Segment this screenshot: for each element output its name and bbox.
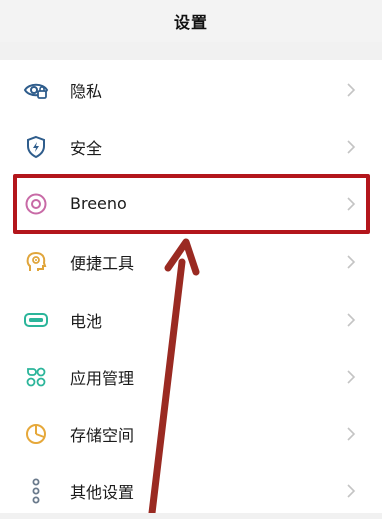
storage-pie-icon bbox=[23, 421, 49, 447]
settings-item-battery[interactable]: 电池 bbox=[0, 291, 382, 348]
settings-item-label: 其他设置 bbox=[70, 482, 135, 502]
settings-item-label: 便捷工具 bbox=[70, 253, 135, 273]
page-title: 设置 bbox=[173, 13, 208, 32]
chevron-right-icon bbox=[344, 312, 358, 328]
settings-item-privacy[interactable]: 隐私 bbox=[0, 61, 382, 118]
settings-item-label: 隐私 bbox=[70, 81, 103, 101]
settings-item-label: 电池 bbox=[70, 311, 103, 331]
top-bar: 设置 bbox=[0, 0, 382, 42]
head-tool-icon bbox=[23, 249, 49, 275]
settings-item-security[interactable]: 安全 bbox=[0, 118, 382, 175]
settings-item-label: 存储空间 bbox=[70, 425, 135, 445]
battery-icon bbox=[23, 307, 49, 333]
more-dots-icon bbox=[23, 478, 49, 504]
settings-item-storage[interactable]: 存储空间 bbox=[0, 405, 382, 462]
chevron-right-icon bbox=[344, 369, 358, 385]
eye-lock-icon bbox=[23, 77, 49, 103]
apps-grid-icon bbox=[23, 364, 49, 390]
settings-item-app-management[interactable]: 应用管理 bbox=[0, 348, 382, 405]
settings-item-other-settings[interactable]: 其他设置 bbox=[0, 462, 382, 519]
chevron-right-icon bbox=[344, 139, 358, 155]
settings-item-label: 应用管理 bbox=[70, 368, 135, 388]
chevron-right-icon bbox=[344, 426, 358, 442]
chevron-right-icon bbox=[344, 483, 358, 499]
chevron-right-icon bbox=[344, 82, 358, 98]
settings-item-label: 安全 bbox=[70, 138, 103, 158]
settings-item-convenience-tools[interactable]: 便捷工具 bbox=[0, 233, 382, 290]
chevron-right-icon bbox=[344, 254, 358, 270]
highlight-box bbox=[13, 174, 370, 234]
shield-icon bbox=[23, 134, 49, 160]
